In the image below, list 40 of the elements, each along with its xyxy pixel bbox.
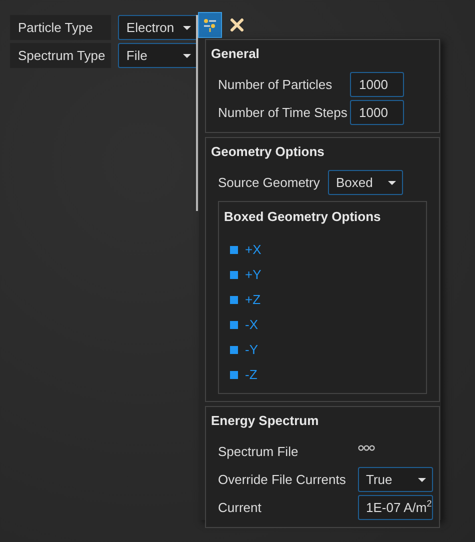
square-icon [230,270,238,278]
field-label: Override File Currents [218,472,347,487]
direction-link[interactable]: +Z [245,292,261,307]
input-field[interactable]: 1000 [350,72,404,97]
field-label: Current [218,500,262,515]
field-label: Number of Particles [218,77,334,92]
subgroup-title: Boxed Geometry Options [224,209,382,224]
field-label: Source Geometry [218,175,321,190]
square-icon [230,370,238,378]
dropdown[interactable]: File [118,43,198,68]
field-label: Spectrum File [218,444,300,459]
direction-link[interactable]: +Y [245,267,262,282]
caret-icon [183,26,191,30]
property-label: Particle Type [10,15,112,40]
options-button[interactable] [198,12,222,38]
caret-icon [388,180,396,184]
property-label: Spectrum Type [10,43,112,68]
square-icon [230,320,238,328]
square-icon [230,346,238,354]
sliders-icon [202,17,218,33]
scrollbar[interactable] [196,15,198,211]
dropdown[interactable]: True [358,467,433,492]
direction-link[interactable]: -Y [245,342,258,357]
direction-link[interactable]: +X [245,242,262,257]
dropdown[interactable]: Boxed [328,170,403,195]
caret-icon [418,478,426,482]
input-field[interactable]: 1E-07 A/m$^{2}$ [358,495,433,520]
direction-link[interactable]: -X [245,317,258,332]
input-field[interactable]: 1000 [350,100,404,125]
section-title: Energy Spectrum [211,413,320,428]
close-icon [229,17,245,33]
square-icon [230,246,238,254]
caret-icon [183,54,191,58]
direction-link[interactable]: -Z [245,367,258,382]
dropdown[interactable]: Electron [118,15,198,40]
section-title: Geometry Options [211,144,326,159]
section-title: General [211,46,260,61]
more-icon[interactable] [358,444,375,450]
field-label: Number of Time Steps [218,105,348,120]
square-icon [230,296,238,304]
